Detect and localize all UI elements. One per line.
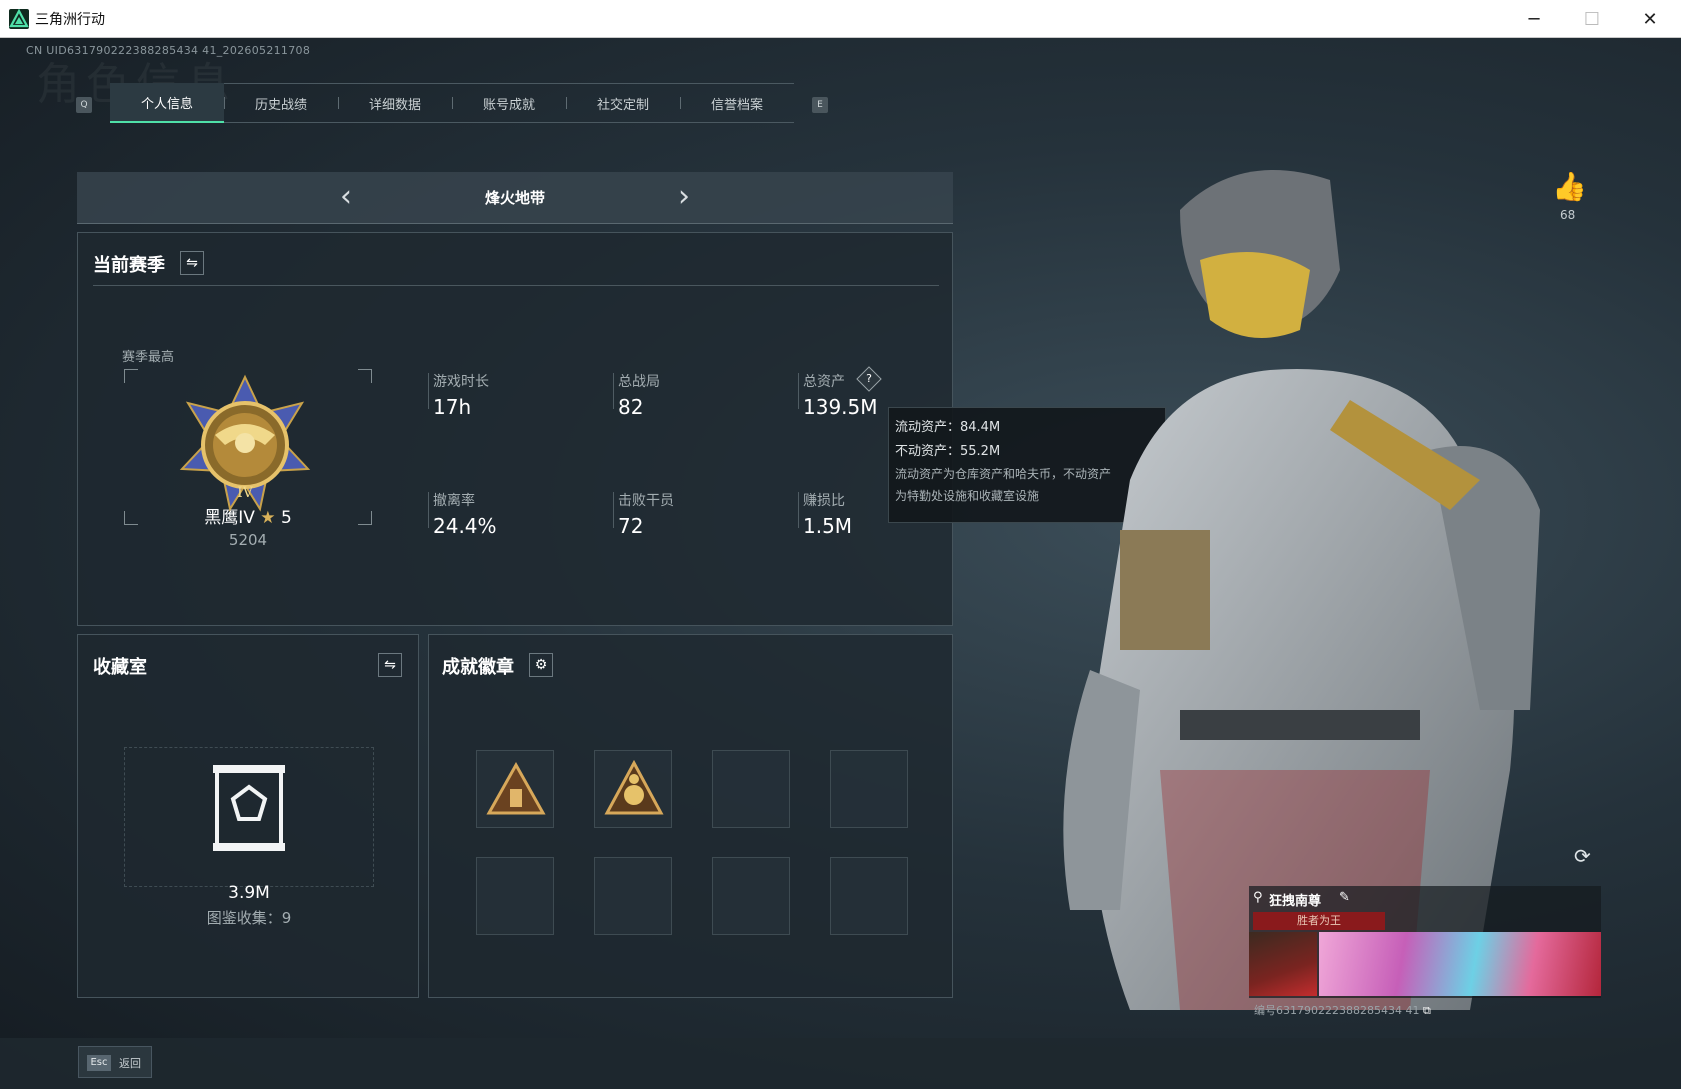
help-icon[interactable]: ? xyxy=(856,366,882,392)
ornate-badge-icon xyxy=(604,759,664,815)
mode-selector: ‹ 烽火地带 › xyxy=(77,172,953,224)
mode-next-button[interactable]: › xyxy=(669,182,699,214)
bottom-bar xyxy=(0,1038,1681,1089)
svg-text:IV: IV xyxy=(237,485,254,501)
divider xyxy=(798,492,799,528)
edit-icon[interactable]: ✎ xyxy=(1339,890,1350,905)
rank-score: 5204 xyxy=(228,531,268,549)
tooltip-liquid: 流动资产：84.4M xyxy=(895,420,1001,435)
game-window: 三角洲行动 ─ ☐ ✕ 角色信息 CN UID63179022238828543… xyxy=(0,0,1681,1089)
season-switch-button[interactable]: ⇋ xyxy=(180,251,204,275)
collection-count: 图鉴收集：9 xyxy=(206,909,292,927)
app-logo-icon xyxy=(9,9,29,29)
badges-settings-button[interactable]: ⚙ xyxy=(529,653,553,677)
badge-slot-4[interactable] xyxy=(830,750,908,828)
avatar xyxy=(1249,932,1317,996)
badge-slot-3[interactable] xyxy=(712,750,790,828)
divider xyxy=(93,285,939,286)
badge-slot-7[interactable] xyxy=(712,857,790,935)
close-button[interactable]: ✕ xyxy=(1621,0,1679,38)
minimize-button[interactable]: ─ xyxy=(1505,0,1563,38)
rank-medal-icon: IV xyxy=(170,373,320,513)
player-name: 狂拽南尊 xyxy=(1269,894,1322,909)
tab-match-history[interactable]: 历史战绩 xyxy=(224,83,338,123)
esc-key: Esc xyxy=(87,1055,111,1071)
divider xyxy=(613,492,614,528)
gear-icon: ⚙ xyxy=(534,657,548,673)
maximize-button[interactable]: ☐ xyxy=(1563,0,1621,38)
frame-corner xyxy=(358,369,372,383)
season-best-label: 赛季最高 xyxy=(122,350,175,365)
badges-panel: 成就徽章 ⚙ xyxy=(428,634,953,998)
copy-icon[interactable]: ⧉ xyxy=(1423,1004,1431,1017)
collection-title: 收藏室 xyxy=(93,657,147,678)
tab-prev-key[interactable]: Q xyxy=(76,97,92,113)
tab-personal-info[interactable]: 个人信息 xyxy=(110,83,224,123)
season-title: 当前赛季 xyxy=(93,255,165,276)
frame-corner xyxy=(124,369,138,383)
like-count: 68 xyxy=(1560,208,1576,222)
divider xyxy=(428,492,429,528)
uid-label: CN UID631790222388285434 41_202605211708 xyxy=(26,44,311,57)
tab-achievements[interactable]: 账号成就 xyxy=(452,83,566,123)
badge-slot-1[interactable] xyxy=(476,750,554,828)
badge-slot-2[interactable] xyxy=(594,750,672,828)
title-bar: 三角洲行动 ─ ☐ ✕ xyxy=(0,0,1681,38)
frame-corner xyxy=(124,511,138,525)
swap-icon: ⇋ xyxy=(384,657,396,673)
player-id: 编号631790222388285434 41 ⧉ xyxy=(1254,1004,1431,1017)
divider xyxy=(428,373,429,409)
tooltip-fixed: 不动资产：55.2M xyxy=(895,444,1001,459)
window-title: 三角洲行动 xyxy=(35,12,105,28)
back-button[interactable]: Esc 返回 xyxy=(78,1046,152,1078)
like-icon[interactable]: 👍 xyxy=(1552,170,1587,203)
divider xyxy=(613,373,614,409)
player-card[interactable]: ⚲ 狂拽南尊 ✎ 胜者为王 xyxy=(1249,886,1601,998)
location-pin-icon: ⚲ xyxy=(1253,890,1263,905)
tab-bar: 个人信息 历史战绩 详细数据 账号成就 社交定制 信誉档案 xyxy=(110,83,794,123)
mode-label: 烽火地带 xyxy=(484,189,545,207)
collection-panel[interactable]: 收藏室 ⇋ 3.9M 图鉴收集：9 xyxy=(77,634,419,998)
back-label: 返回 xyxy=(119,1057,141,1070)
rotate-icon[interactable]: ⟳ xyxy=(1574,844,1591,868)
swap-icon: ⇋ xyxy=(186,255,198,271)
badges-title: 成就徽章 xyxy=(442,657,514,678)
card-background-image xyxy=(1319,932,1601,996)
divider xyxy=(798,373,799,409)
tab-detailed-data[interactable]: 详细数据 xyxy=(338,83,452,123)
game-stage: 角色信息 CN UID631790222388285434 41_2026052… xyxy=(0,38,1681,1089)
badge-slot-5[interactable] xyxy=(476,857,554,935)
triangle-badge-icon xyxy=(486,761,546,815)
frame-corner xyxy=(358,511,372,525)
tab-credit-record[interactable]: 信誉档案 xyxy=(680,83,794,123)
tab-social-custom[interactable]: 社交定制 xyxy=(566,83,680,123)
tab-next-key[interactable]: E xyxy=(812,97,828,113)
player-title-banner: 胜者为王 xyxy=(1253,912,1385,930)
badge-slot-8[interactable] xyxy=(830,857,908,935)
collection-switch-button[interactable]: ⇋ xyxy=(378,653,402,677)
collection-value: 3.9M xyxy=(228,883,270,903)
display-case-icon xyxy=(213,765,285,851)
badge-slot-6[interactable] xyxy=(594,857,672,935)
